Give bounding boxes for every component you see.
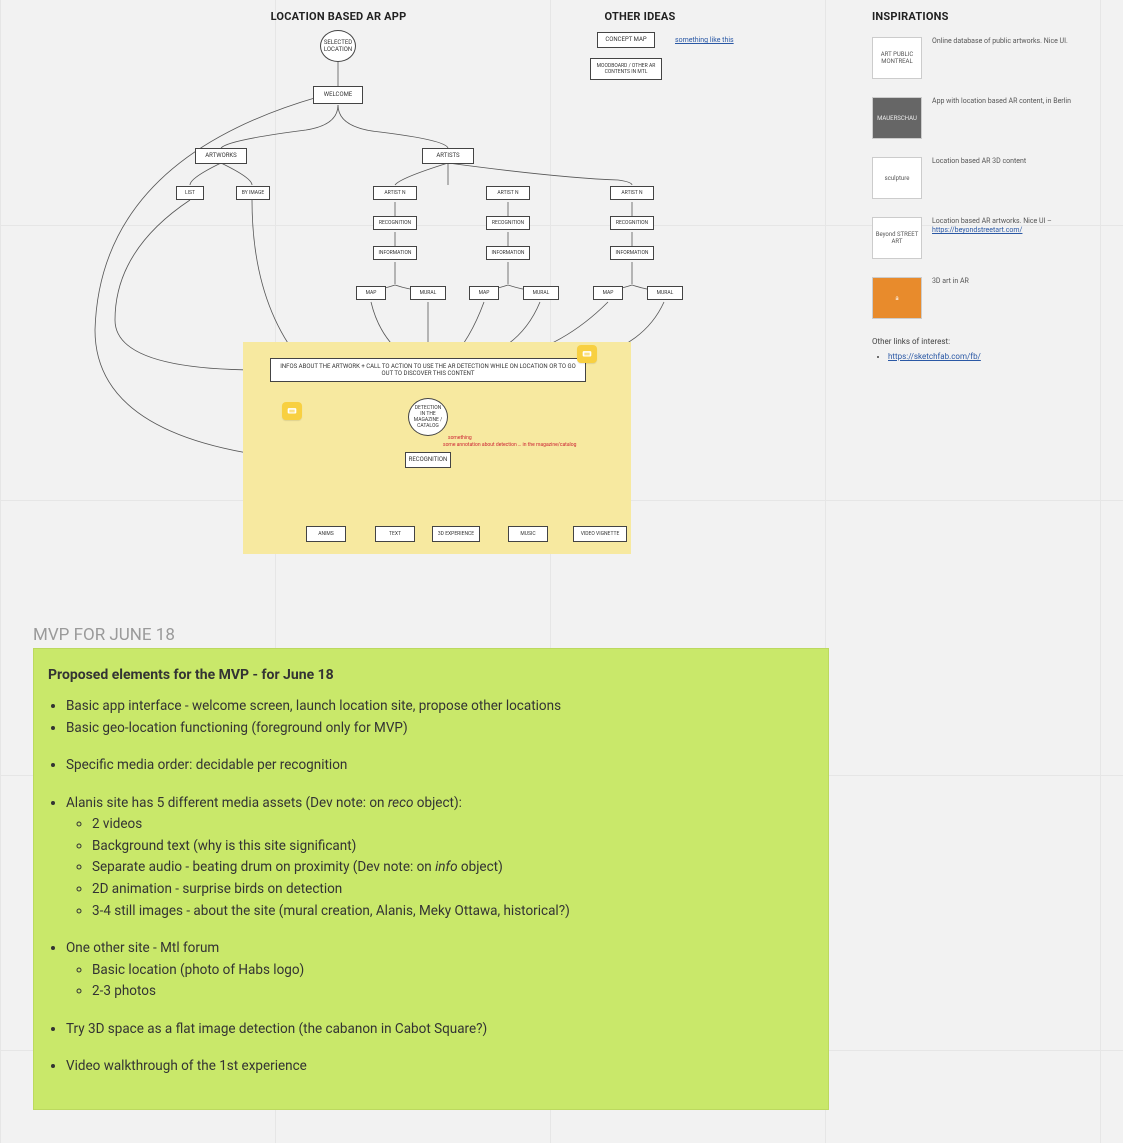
list-item: 2-3 photos [92, 982, 814, 1002]
inspiration-text: App with location based AR content, in B… [932, 97, 1071, 106]
other-box-1[interactable]: CONCEPT MAP [597, 32, 655, 48]
list-item: Video walkthrough of the 1st experience [66, 1057, 814, 1077]
node-mural-1[interactable]: MURAL [410, 286, 446, 300]
node-artist-1[interactable]: ARTIST N [373, 186, 417, 200]
comment-icon [581, 349, 593, 360]
list-item: Basic geo-location functioning (foregrou… [66, 719, 814, 739]
inspiration-thumb: Beyond STREET ART [872, 217, 922, 259]
inspiration-row[interactable]: Beyond STREET ART Location based AR artwo… [872, 217, 1072, 259]
node-info-1[interactable]: INFORMATION [373, 246, 417, 260]
mvp-sticky-note[interactable]: Proposed elements for the MVP - for June… [33, 648, 829, 1110]
list-item: 2D animation - surprise birds on detecti… [92, 880, 814, 900]
node-map-3[interactable]: MAP [593, 286, 623, 300]
node-leaf-1[interactable]: TEXT [375, 526, 415, 542]
list-item: 3-4 still images - about the site (mural… [92, 902, 814, 922]
node-artists[interactable]: ARTISTS [422, 148, 474, 164]
whiteboard-canvas[interactable]: LOCATION BASED AR APP OTHER IDEAS SELECT… [0, 0, 1123, 1143]
lbl: ARTWORKS [205, 152, 236, 159]
inspiration-text: 3D art in AR [932, 277, 969, 286]
node-recognition[interactable]: RECOGNITION [405, 452, 451, 468]
inspiration-thumb: sculpture [872, 157, 922, 199]
node-map-1[interactable]: MAP [356, 286, 386, 300]
mvp-list: Basic app interface - welcome screen, la… [66, 697, 814, 738]
node-leaf-2[interactable]: 3D EXPERIENCE [432, 526, 480, 542]
node-root[interactable]: SELECTED LOCATION [320, 30, 356, 62]
list-item: Try 3D space as a flat image detection (… [66, 1020, 814, 1040]
node-detection-oval[interactable]: DETECTION IN THE MAGAZINE / CATALOG [408, 398, 448, 436]
inspiration-text: Online database of public artworks. Nice… [932, 37, 1068, 46]
list-item: 2 videos [92, 815, 814, 835]
other-link-0[interactable]: https://sketchfab.com/fb/ [888, 352, 981, 361]
heading-inspirations: INSPIRATIONS [872, 10, 1072, 23]
inspiration-row[interactable]: sculpture Location based AR 3D content [872, 157, 1072, 199]
node-mural-3[interactable]: MURAL [647, 286, 683, 300]
inspirations-column: INSPIRATIONS ART PUBLIC MONTREAL Online d… [872, 10, 1072, 361]
mvp-section-label: MVP FOR JUNE 18 [33, 625, 175, 645]
list-item: Basic app interface - welcome screen, la… [66, 697, 814, 717]
sticky-note-2[interactable] [282, 402, 302, 420]
comment-icon [286, 406, 298, 417]
node-callout[interactable]: INFOS ABOUT THE ARTWORK + CALL TO ACTION… [270, 358, 586, 382]
inspiration-thumb: MAUERSCHAU [872, 97, 922, 139]
lbl: ARTISTS [436, 152, 459, 159]
list-item: Basic location (photo of Habs logo) [92, 961, 814, 981]
node-info-3[interactable]: INFORMATION [610, 246, 654, 260]
node-byimage[interactable]: BY IMAGE [236, 186, 270, 200]
node-reco-2[interactable]: RECOGNITION [486, 216, 530, 230]
other-box-2[interactable]: MOODBOARD / OTHER AR CONTENTS IN MTL [590, 58, 662, 80]
node-map-2[interactable]: MAP [469, 286, 499, 300]
node-info-2[interactable]: INFORMATION [486, 246, 530, 260]
heading-location-app: LOCATION BASED AR APP [241, 10, 436, 23]
inspiration-row[interactable]: a 3D art in AR [872, 277, 1072, 319]
inspiration-text: Location based AR 3D content [932, 157, 1026, 166]
annotation-red-2: some annotation about detection … in the… [443, 442, 583, 448]
lbl: WELCOME [324, 91, 352, 98]
other-links-label: Other links of interest: [872, 337, 1072, 346]
inspiration-link[interactable]: https://beyondstreetart.com/ [932, 226, 1022, 234]
node-reco-1[interactable]: RECOGNITION [373, 216, 417, 230]
annotation-red-1: something [448, 435, 568, 441]
inspiration-row[interactable]: MAUERSCHAU App with location based AR con… [872, 97, 1072, 139]
inspiration-text: Location based AR artworks. Nice UI – ht… [932, 217, 1072, 235]
node-artist-3[interactable]: ARTIST N [610, 186, 654, 200]
node-mural-2[interactable]: MURAL [523, 286, 559, 300]
heading-other-ideas: OTHER IDEAS [560, 10, 720, 23]
list-item: Alanis site has 5 different media assets… [66, 794, 814, 921]
inspiration-thumb: ART PUBLIC MONTREAL [872, 37, 922, 79]
mvp-title: Proposed elements for the MVP - for June… [48, 667, 814, 683]
list-item: One other site - Mtl forum Basic locatio… [66, 939, 814, 1002]
list-item: Specific media order: decidable per reco… [66, 756, 814, 776]
node-artworks[interactable]: ARTWORKS [195, 148, 247, 164]
inspiration-thumb: a [872, 277, 922, 319]
node-leaf-4[interactable]: VIDEO VIGNETTE [573, 526, 627, 542]
list-item: Background text (why is this site signif… [92, 837, 814, 857]
list-item: Separate audio - beating drum on proximi… [92, 858, 814, 878]
inspiration-row[interactable]: ART PUBLIC MONTREAL Online database of pu… [872, 37, 1072, 79]
node-leaf-0[interactable]: ANIMS [306, 526, 346, 542]
node-list[interactable]: LIST [176, 186, 204, 200]
sticky-note-1[interactable] [577, 345, 597, 363]
node-welcome[interactable]: WELCOME [313, 86, 363, 104]
node-artist-2[interactable]: ARTIST N [486, 186, 530, 200]
node-reco-3[interactable]: RECOGNITION [610, 216, 654, 230]
other-ideas-link[interactable]: something like this [675, 36, 734, 44]
node-root-label: SELECTED LOCATION [324, 39, 352, 53]
node-leaf-3[interactable]: MUSIC [508, 526, 548, 542]
